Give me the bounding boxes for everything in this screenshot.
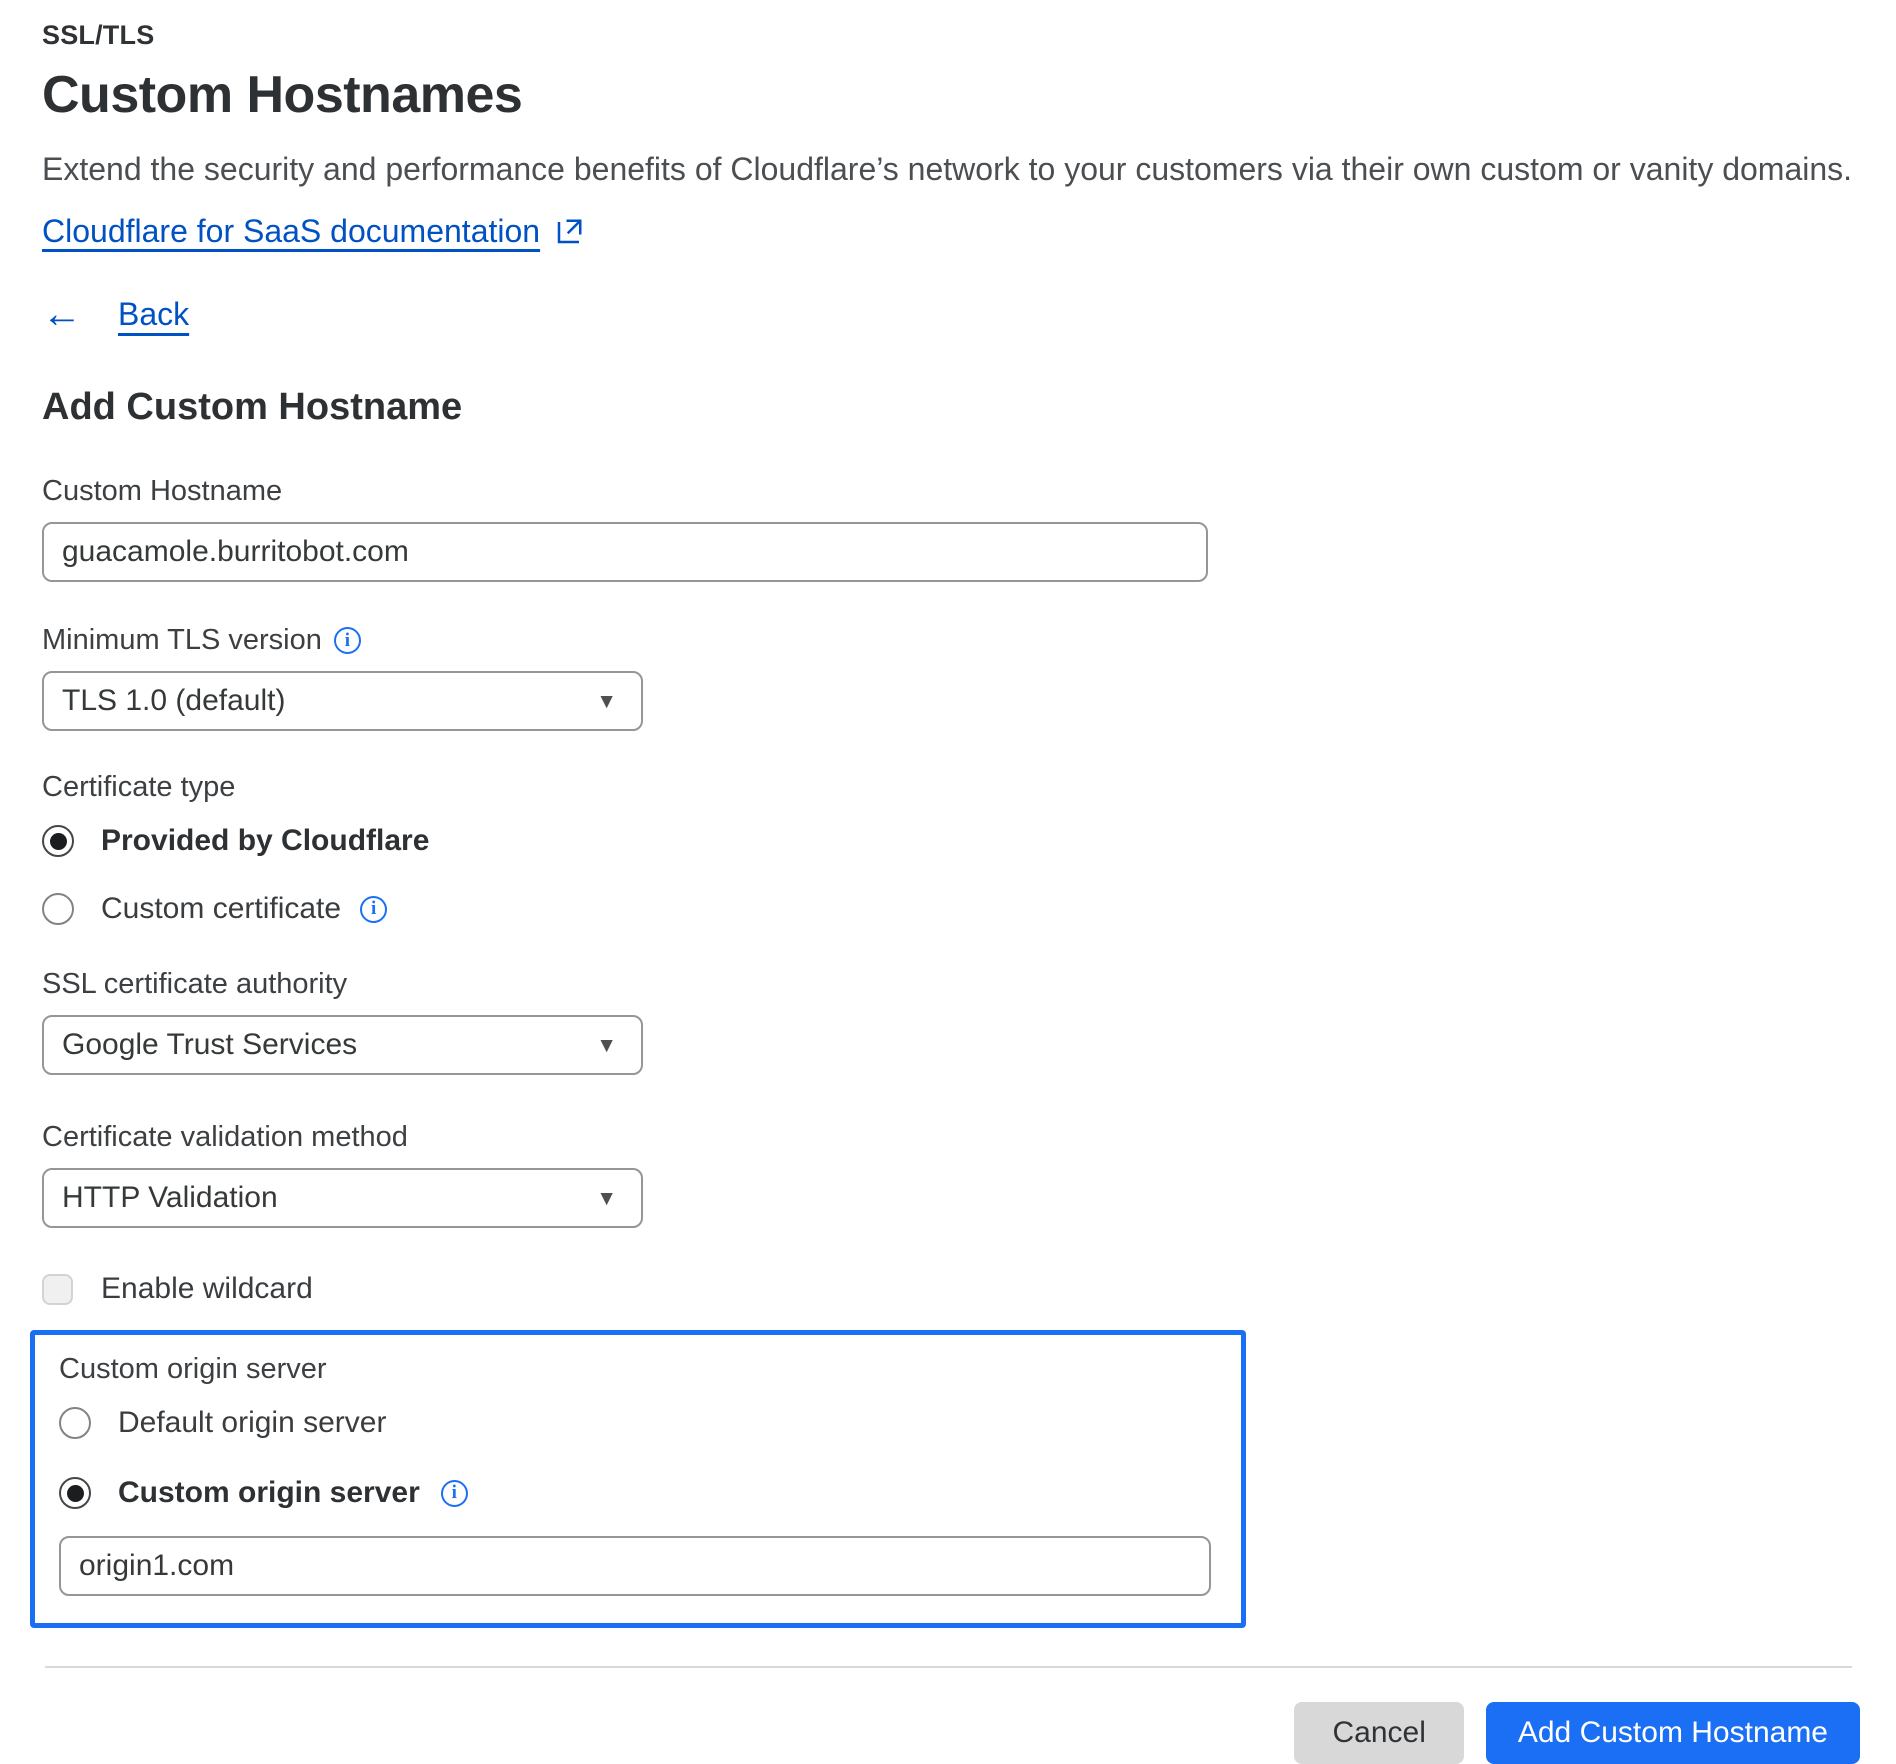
ssl-authority-selected-value: Google Trust Services: [62, 1028, 357, 1062]
min-tls-label: Minimum TLS version: [42, 624, 322, 657]
back-arrow-icon[interactable]: ←: [42, 294, 82, 334]
radio-default-origin-server[interactable]: Default origin server: [59, 1406, 1241, 1440]
validation-method-select[interactable]: HTTP Validation ▼: [42, 1168, 643, 1228]
radio-label: Custom certificate: [101, 892, 341, 926]
chevron-down-icon: ▼: [596, 1035, 617, 1056]
radio-icon[interactable]: [42, 825, 74, 857]
certificate-type-label: Certificate type: [42, 771, 1860, 804]
custom-hostname-input[interactable]: [42, 522, 1208, 582]
footer-divider: [45, 1666, 1852, 1668]
validation-method-selected-value: HTTP Validation: [62, 1181, 278, 1215]
add-custom-hostname-button[interactable]: Add Custom Hostname: [1486, 1702, 1860, 1764]
radio-label: Provided by Cloudflare: [101, 824, 429, 858]
enable-wildcard-checkbox[interactable]: [42, 1274, 73, 1305]
chevron-down-icon: ▼: [596, 1188, 617, 1209]
radio-icon[interactable]: [59, 1407, 91, 1439]
min-tls-select[interactable]: TLS 1.0 (default) ▼: [42, 671, 643, 731]
origin-server-label: Custom origin server: [59, 1353, 1241, 1386]
ssl-authority-select[interactable]: Google Trust Services ▼: [42, 1015, 643, 1075]
radio-label: Custom origin server: [118, 1476, 420, 1510]
info-icon[interactable]: i: [360, 896, 387, 923]
custom-hostname-label: Custom Hostname: [42, 475, 1860, 508]
radio-label: Default origin server: [118, 1406, 386, 1440]
info-icon[interactable]: i: [334, 627, 361, 654]
breadcrumb: SSL/TLS: [42, 20, 1860, 51]
radio-custom-origin-server[interactable]: Custom origin server i: [59, 1476, 1241, 1510]
min-tls-label-row: Minimum TLS version i: [42, 624, 1860, 657]
doc-link-row: Cloudflare for SaaS documentation: [42, 213, 1860, 250]
custom-origin-server-input[interactable]: [59, 1536, 1211, 1596]
footer-actions: Cancel Add Custom Hostname: [42, 1702, 1860, 1764]
page-description: Extend the security and performance bene…: [42, 151, 1860, 188]
enable-wildcard-row[interactable]: Enable wildcard: [42, 1272, 1860, 1306]
page-title: Custom Hostnames: [42, 65, 1860, 125]
saas-documentation-link[interactable]: Cloudflare for SaaS documentation: [42, 213, 540, 250]
back-row: ← Back: [42, 294, 1860, 334]
ssl-authority-label: SSL certificate authority: [42, 968, 1860, 1001]
radio-provided-by-cloudflare[interactable]: Provided by Cloudflare: [42, 824, 1860, 858]
radio-icon[interactable]: [42, 893, 74, 925]
chevron-down-icon: ▼: [596, 691, 617, 712]
radio-icon[interactable]: [59, 1477, 91, 1509]
min-tls-selected-value: TLS 1.0 (default): [62, 684, 285, 718]
enable-wildcard-label: Enable wildcard: [101, 1272, 313, 1306]
validation-method-label: Certificate validation method: [42, 1121, 1860, 1154]
radio-custom-certificate[interactable]: Custom certificate i: [42, 892, 1860, 926]
custom-origin-server-section: Custom origin server Default origin serv…: [30, 1330, 1246, 1628]
form-heading: Add Custom Hostname: [42, 386, 1860, 429]
back-link[interactable]: Back: [118, 296, 189, 333]
cancel-button[interactable]: Cancel: [1294, 1702, 1463, 1764]
custom-hostnames-page: SSL/TLS Custom Hostnames Extend the secu…: [0, 0, 1896, 1764]
external-link-icon: [554, 217, 584, 247]
info-icon[interactable]: i: [441, 1480, 468, 1507]
